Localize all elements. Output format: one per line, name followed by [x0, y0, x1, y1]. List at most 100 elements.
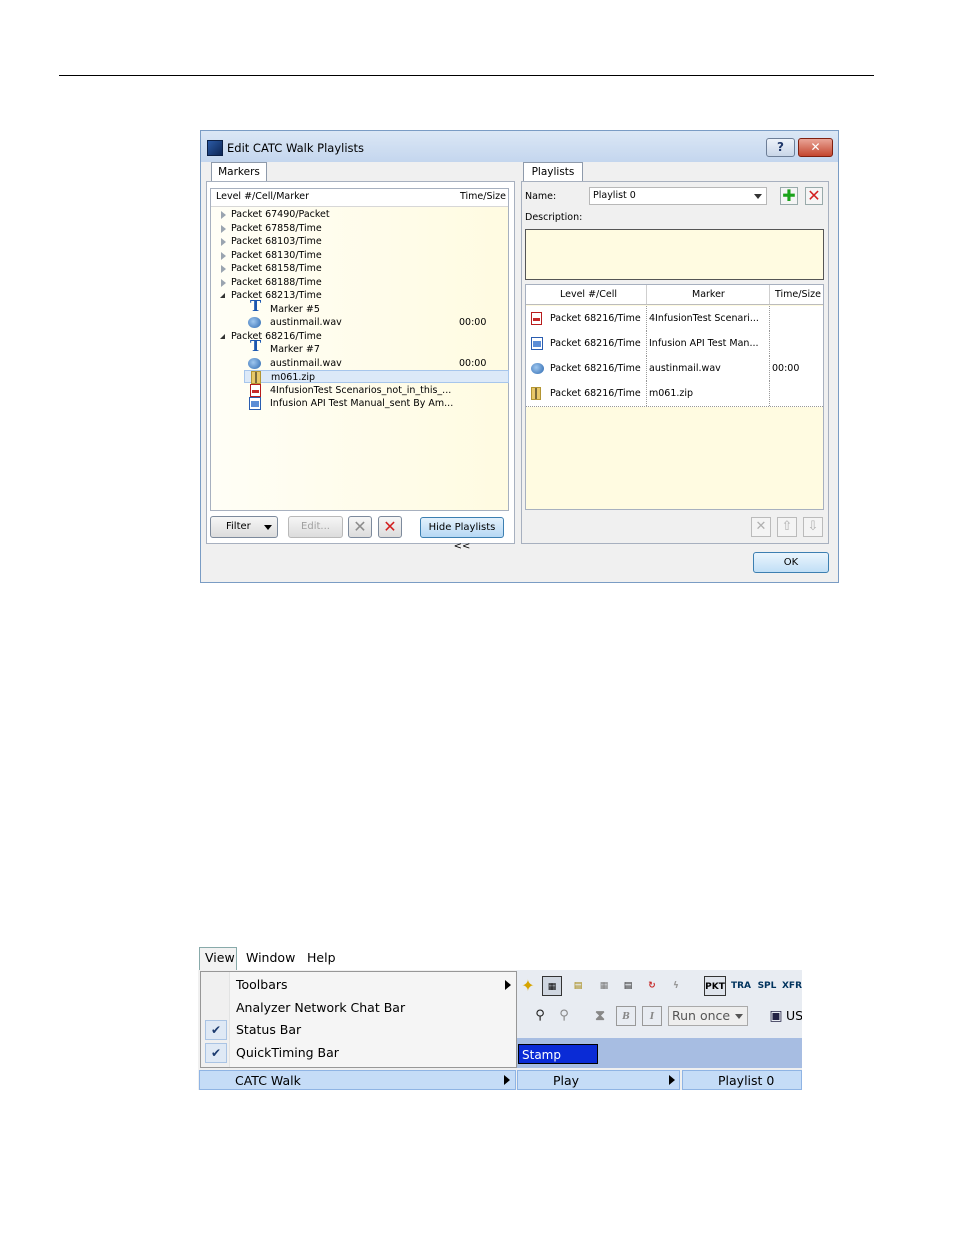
tree-row-label: Packet 68188/Time	[231, 276, 322, 288]
tree-row[interactable]: Infusion API Test Manual_sent By Am...	[244, 397, 509, 410]
playlist-row[interactable]: Packet 68216/Time m061.zip	[526, 381, 823, 407]
submenu-arrow-icon	[504, 1075, 510, 1085]
spl-button[interactable]: SPL	[756, 976, 778, 996]
menu-item-chat-bar[interactable]: Analyzer Network Chat Bar	[236, 1000, 405, 1015]
collapsed-arrow-icon[interactable]	[221, 265, 226, 273]
xfr-button[interactable]: XFR	[781, 976, 802, 996]
delete-playlist-button[interactable]: ✕	[805, 187, 823, 205]
page-header-rule	[59, 75, 874, 76]
list-icon[interactable]: ▤	[618, 976, 638, 996]
help-button[interactable]: ?	[766, 138, 795, 157]
close-button[interactable]: ✕	[798, 138, 833, 157]
collapsed-arrow-icon[interactable]	[221, 251, 226, 260]
tree-row-label: Packet 68158/Time	[231, 263, 322, 274]
menu-item-status-bar[interactable]: Status Bar	[236, 1022, 301, 1037]
view-menu-screenshot: View Window Help ✦ ▦ ▤ ▦ ▤ ↻ ϟ PKT TRA S…	[198, 946, 802, 1090]
collapsed-arrow-icon[interactable]	[221, 211, 226, 219]
ok-button[interactable]: OK	[753, 552, 829, 573]
run-mode-select[interactable]: Run once	[668, 1006, 748, 1026]
zip-file-icon	[251, 371, 261, 384]
move-down-button[interactable]: ⇩	[803, 517, 823, 537]
hide-playlists-button[interactable]: Hide Playlists <<	[420, 517, 504, 552]
delete-button[interactable]: ✕	[378, 516, 402, 538]
zip-file-icon	[531, 387, 541, 400]
tree-row-label: austinmail.wav	[270, 317, 342, 328]
menu-item-quicktiming-bar[interactable]: QuickTiming Bar	[236, 1045, 339, 1060]
tree-header-level[interactable]: Level #/Cell/Marker	[216, 189, 309, 205]
playlist-row-time: 00:00	[772, 363, 800, 374]
move-up-button[interactable]: ⇧	[777, 517, 797, 537]
italic-icon[interactable]: I	[642, 1006, 662, 1026]
lightning-icon[interactable]: ϟ	[666, 976, 686, 996]
bold-icon[interactable]: B	[616, 1006, 636, 1026]
tree-row[interactable]: austinmail.wav 00:00	[244, 316, 509, 329]
tree-row[interactable]: T Marker #7	[244, 339, 509, 356]
menu-view[interactable]: View	[205, 950, 235, 965]
tra-button[interactable]: TRA	[730, 976, 752, 996]
binoculars-icon[interactable]: ⚲	[530, 1006, 550, 1026]
catc-walk-label: CATC Walk	[235, 1073, 301, 1088]
tree-row[interactable]: Packet 67858/Time	[215, 222, 509, 235]
tab-markers[interactable]: Markers	[211, 162, 267, 182]
grid-header-marker[interactable]: Marker	[692, 289, 725, 300]
edit-button[interactable]: Edit...	[288, 516, 343, 538]
pdf-file-icon	[531, 312, 542, 325]
collapsed-arrow-icon[interactable]	[221, 238, 226, 246]
collapsed-arrow-icon[interactable]	[221, 224, 226, 233]
menu-item-catc-walk[interactable]: CATC Walk	[199, 1070, 516, 1090]
pkt-button[interactable]: PKT	[704, 976, 726, 996]
tree-row-label: Marker #5	[270, 303, 320, 315]
playlist-grid: Level #/Cell Marker Time/Size Packet 682…	[525, 284, 824, 510]
timing-icon[interactable]: ▤	[568, 976, 588, 996]
expanded-arrow-icon[interactable]	[220, 293, 225, 298]
collapsed-arrow-icon[interactable]	[221, 278, 226, 287]
menu-help[interactable]: Help	[307, 950, 336, 965]
expanded-arrow-icon[interactable]	[220, 333, 225, 339]
menu-item-toolbars[interactable]: Toolbars	[236, 977, 288, 992]
device-icon[interactable]: ▣	[766, 1006, 786, 1026]
playlist-name-value: Playlist 0	[593, 190, 636, 201]
playlist-label: Playlist 0	[718, 1073, 775, 1088]
grid-icon[interactable]: ▦	[594, 976, 614, 996]
playlist-row[interactable]: Packet 68216/Time 4InfusionTest Scenari..…	[526, 306, 823, 332]
tree-row[interactable]: Packet 68188/Time	[215, 276, 509, 289]
remove-button[interactable]: ✕	[348, 516, 372, 538]
tree-row[interactable]: T Marker #5	[244, 298, 509, 316]
tree-row[interactable]: m061.zip	[244, 370, 509, 384]
cell-divider	[646, 331, 647, 356]
playlist-name-select[interactable]: Playlist 0	[589, 187, 767, 205]
tree-row[interactable]: Packet 68130/Time	[215, 249, 509, 262]
tree-row[interactable]: 4InfusionTest Scenarios_not_in_this_...	[244, 383, 509, 397]
tree-row[interactable]: Packet 68103/Time	[215, 235, 509, 248]
view-dropdown: Toolbars Analyzer Network Chat Bar ✔ Sta…	[200, 971, 517, 1068]
tree-header-time[interactable]: Time/Size	[460, 189, 506, 205]
filter-icon[interactable]: ⧗	[590, 1006, 610, 1026]
description-field[interactable]	[525, 229, 824, 280]
refresh-icon[interactable]: ↻	[642, 976, 662, 996]
tab-playlists[interactable]: Playlists	[523, 162, 583, 182]
tree-row[interactable]: austinmail.wav 00:00	[244, 357, 509, 370]
submenu-item-playlist[interactable]: Playlist 0	[682, 1070, 802, 1090]
view-icon[interactable]: ▦	[542, 976, 562, 996]
add-playlist-button[interactable]: ✚	[780, 187, 798, 205]
tree-row[interactable]: Packet 68158/Time	[215, 262, 509, 275]
star-icon[interactable]: ✦	[518, 976, 538, 996]
chevron-down-icon	[735, 1014, 743, 1019]
cell-divider	[769, 331, 770, 356]
playlist-row[interactable]: Packet 68216/Time Infusion API Test Man..…	[526, 331, 823, 357]
submenu-item-play[interactable]: Play	[517, 1070, 680, 1090]
toolbar-us-label: US	[786, 1008, 802, 1023]
menu-window[interactable]: Window	[246, 950, 295, 965]
filter-dropdown[interactable]: Filter	[210, 516, 278, 538]
plus-icon: ✚	[782, 186, 796, 205]
grid-header-time[interactable]: Time/Size	[775, 289, 821, 300]
header-divider	[769, 285, 770, 304]
tree-row-label: Marker #7	[270, 344, 320, 355]
remove-entry-button[interactable]: ✕	[751, 517, 771, 537]
arrow-up-icon: ⇧	[781, 519, 793, 534]
tree-row[interactable]: Packet 67490/Packet	[215, 208, 509, 221]
binoculars-next-icon[interactable]: ⚲	[554, 1006, 574, 1026]
tree-row-label: Infusion API Test Manual_sent By Am...	[270, 398, 454, 409]
playlist-row[interactable]: Packet 68216/Time austinmail.wav 00:00	[526, 356, 823, 382]
grid-header-level[interactable]: Level #/Cell	[560, 289, 617, 300]
